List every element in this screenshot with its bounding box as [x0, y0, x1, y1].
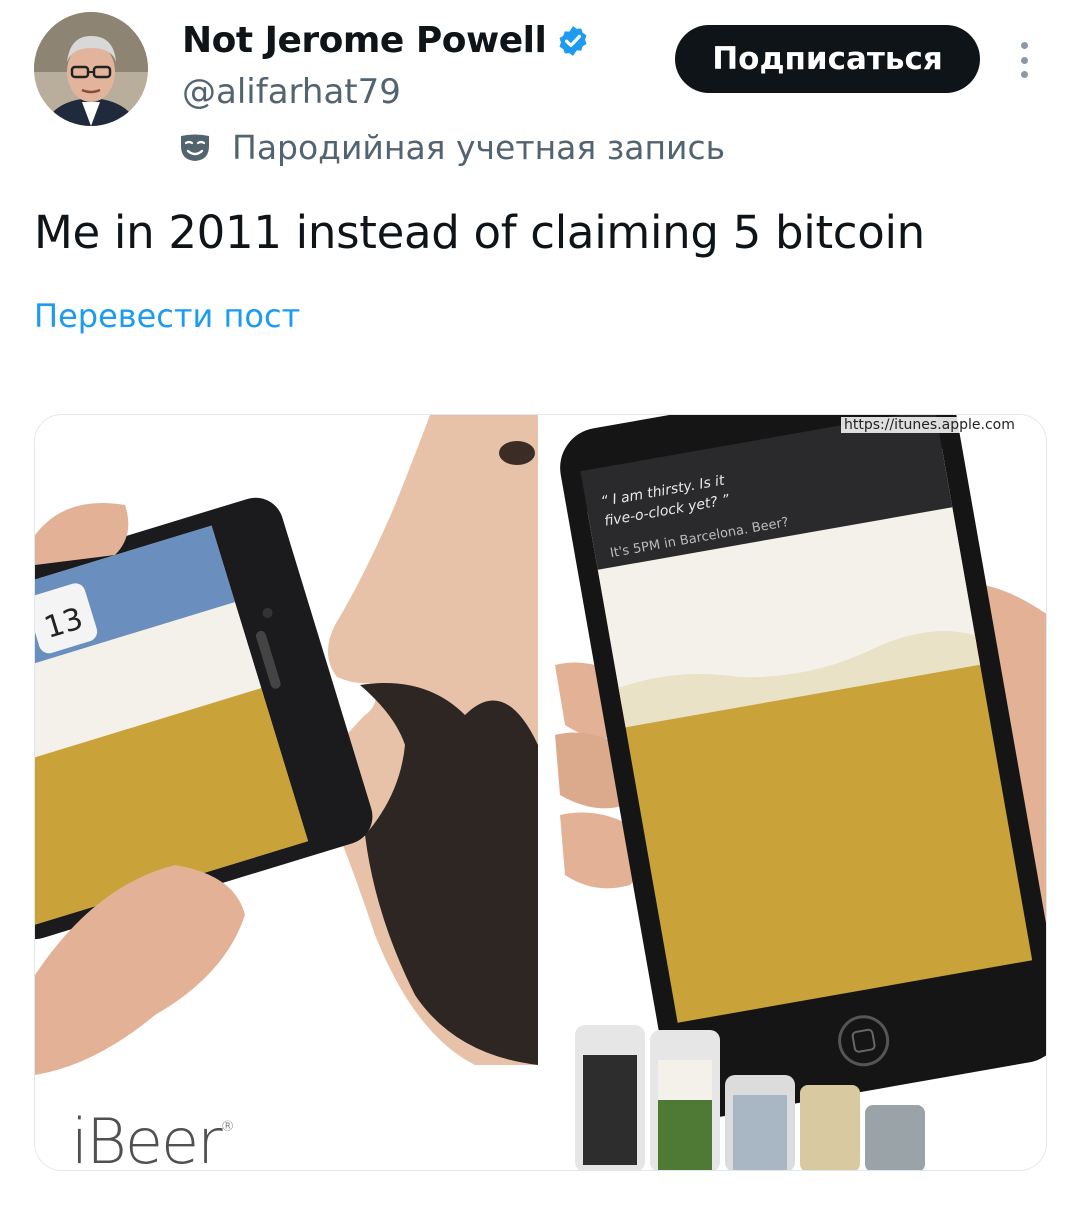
follow-button[interactable]: Подписаться: [675, 25, 980, 93]
ibeer-brand-text: iBeer®: [71, 1105, 235, 1171]
ibeer-brand-label: iBeer: [71, 1105, 223, 1171]
avatar-photo: [34, 12, 148, 126]
tweet-media-image[interactable]: 13 “ I am thirsty. Is it five-o-clock ye…: [34, 414, 1047, 1171]
translate-post-link[interactable]: Перевести пост: [34, 297, 300, 335]
more-options-icon[interactable]: [1010, 38, 1038, 82]
more-dot: [1020, 42, 1028, 49]
author-handle[interactable]: @alifarhat79: [182, 72, 401, 112]
author-name-row[interactable]: Not Jerome Powell: [182, 20, 590, 61]
author-display-name[interactable]: Not Jerome Powell: [182, 20, 547, 61]
parody-account-label: Пародийная учетная запись: [178, 128, 725, 167]
more-dot: [1020, 71, 1028, 78]
more-dot: [1020, 56, 1028, 64]
parody-label-text: Пародийная учетная запись: [232, 128, 726, 167]
theater-mask-icon: [181, 134, 209, 161]
ibeer-ad-illustration: 13 “ I am thirsty. Is it five-o-clock ye…: [35, 415, 1046, 1170]
verified-badge-icon: [559, 25, 587, 56]
avatar[interactable]: [34, 12, 148, 126]
source-url-text: https://itunes.apple.com: [841, 417, 1018, 433]
tweet-text: Me in 2011 instead of claiming 5 bitcoin: [34, 206, 925, 259]
